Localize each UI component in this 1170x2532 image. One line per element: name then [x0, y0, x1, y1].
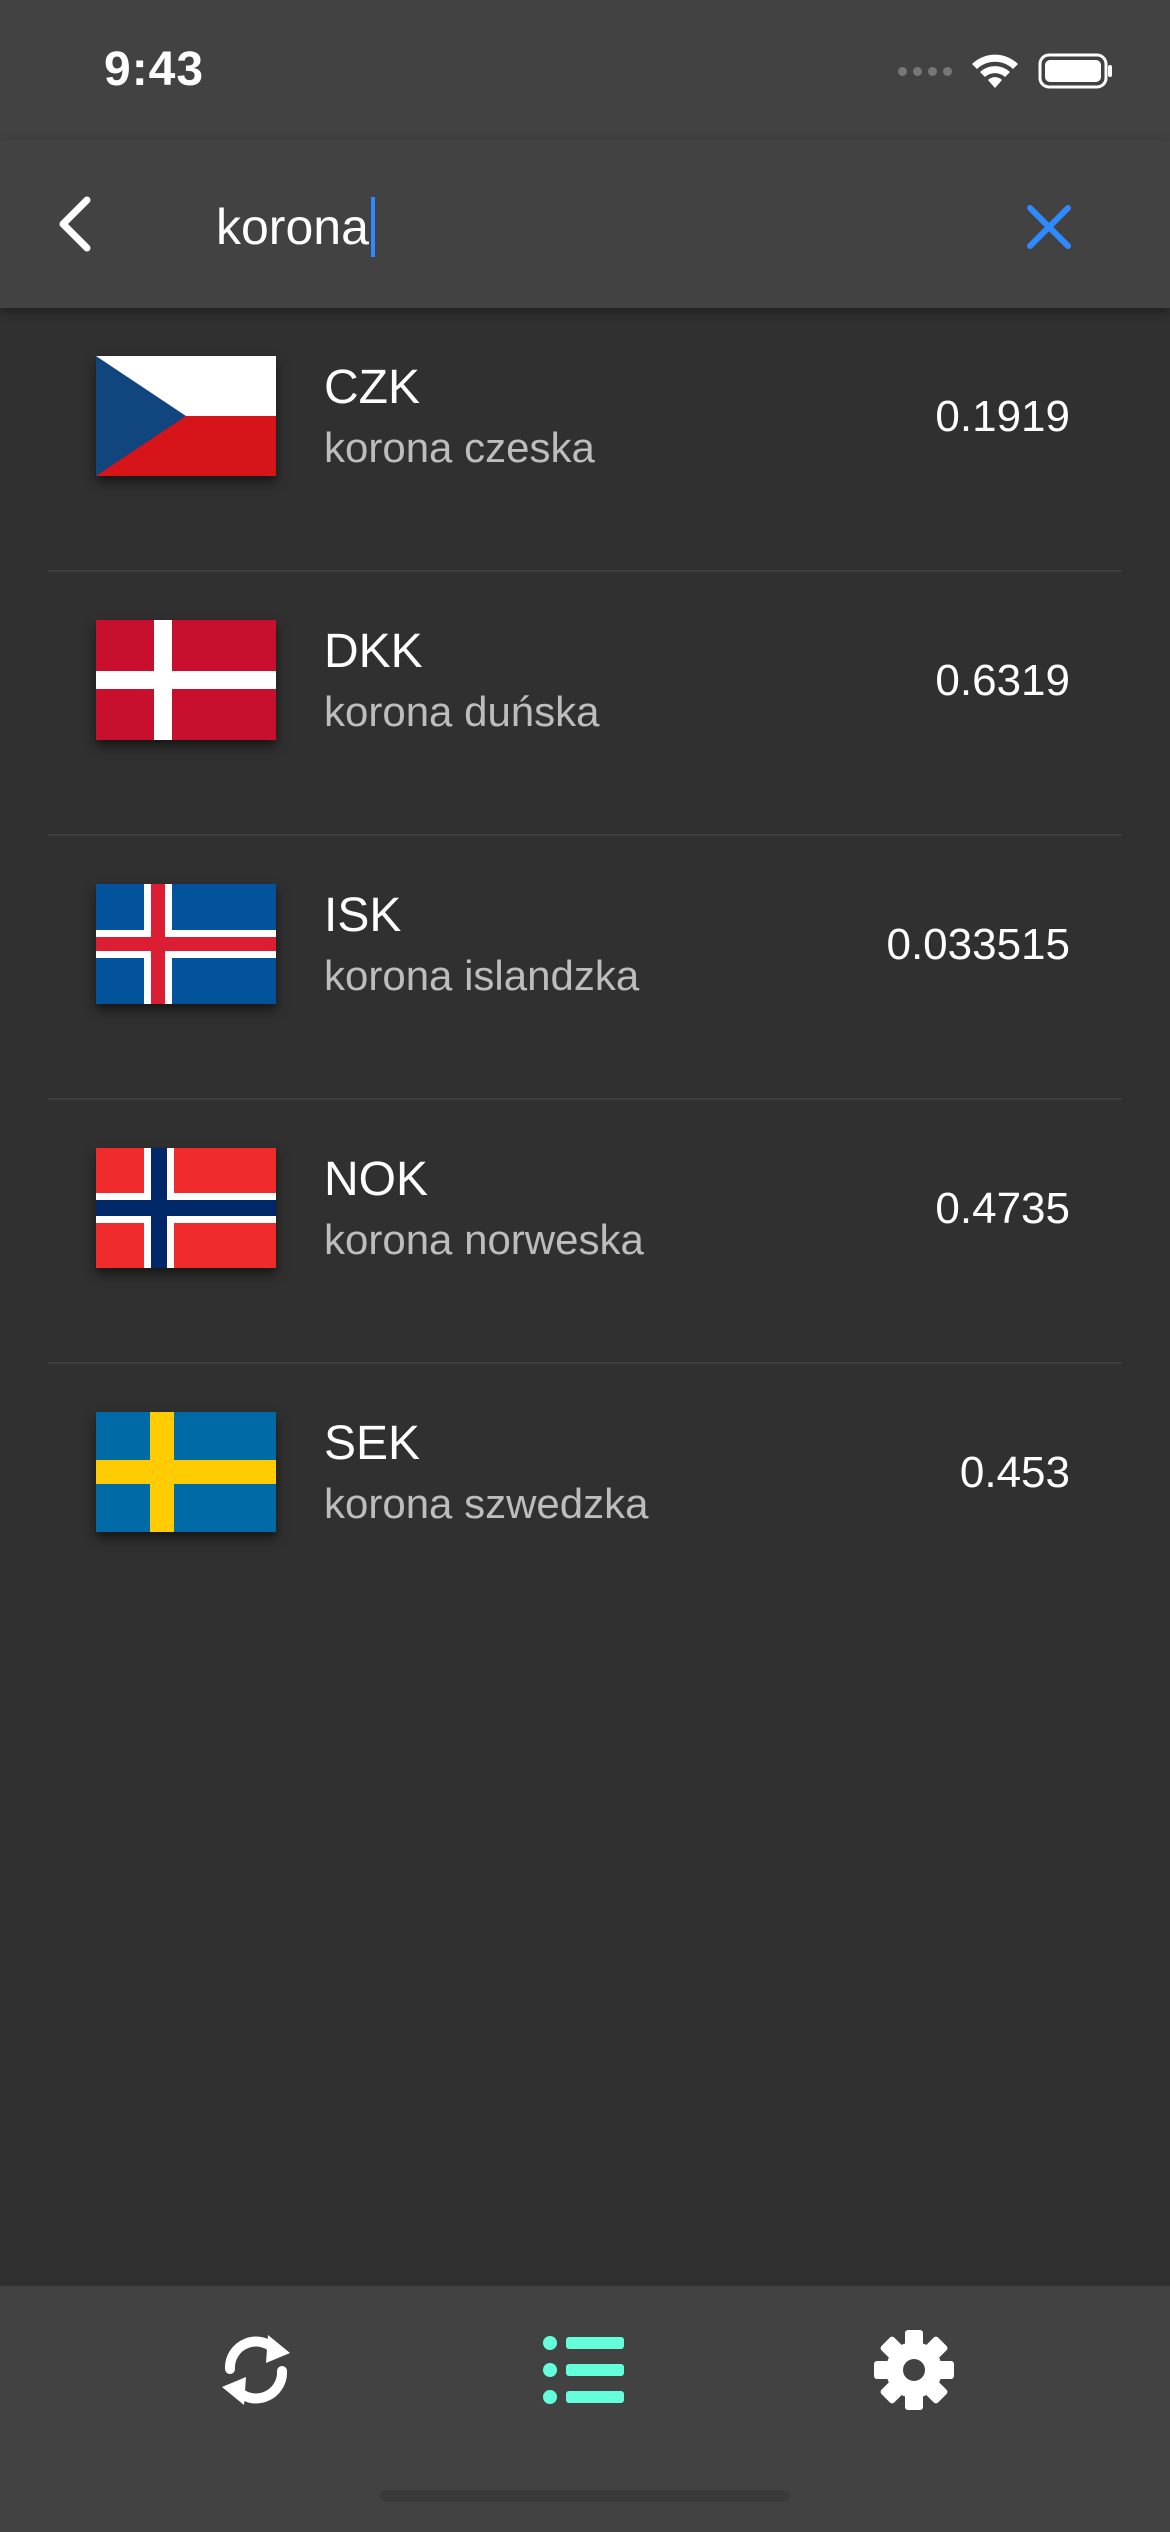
currency-rate: 0.6319 [935, 656, 1070, 705]
screen: 9:43 korona CZK korona czeska 0.1919 DKK… [0, 0, 1170, 2532]
text-caret [370, 197, 375, 257]
status-time: 9:43 [104, 43, 205, 96]
nav-settings[interactable] [864, 2320, 964, 2420]
list-item[interactable]: CZK korona czeska 0.1919 [0, 308, 1170, 572]
signal-icon [898, 66, 952, 76]
currency-name: korona islandzka [324, 952, 640, 999]
currency-rate: 0.4735 [935, 1184, 1070, 1233]
list-item[interactable]: SEK korona szwedzka 0.453 [0, 1364, 1170, 1628]
nav-list[interactable] [534, 2320, 634, 2420]
back-button[interactable] [36, 184, 116, 264]
close-icon [1027, 205, 1071, 249]
currency-rate: 0.453 [959, 1448, 1070, 1497]
list-item[interactable]: ISK korona islandzka 0.033515 [0, 836, 1170, 1100]
currency-name: korona norweska [324, 1216, 644, 1263]
clear-search-button[interactable] [1014, 192, 1084, 262]
list-item[interactable]: NOK korona norweska 0.4735 [0, 1100, 1170, 1364]
flag-denmark-icon [96, 620, 276, 740]
flag-czech-icon [96, 356, 276, 476]
chevron-left-icon [59, 196, 91, 252]
currency-rate: 0.033515 [886, 920, 1070, 969]
currency-code: SEK [324, 1417, 421, 1470]
search-input-value: korona [216, 199, 369, 255]
status-icons [898, 52, 1114, 90]
list-icon [543, 2336, 624, 2404]
flag-iceland-icon [96, 884, 276, 1004]
wifi-icon [972, 54, 1018, 88]
gear-icon [874, 2330, 954, 2410]
flag-norway-icon [96, 1148, 276, 1268]
refresh-icon [222, 2335, 290, 2405]
status-bar: 9:43 [0, 0, 1170, 140]
currency-code: ISK [324, 889, 402, 942]
nav-refresh[interactable] [206, 2320, 306, 2420]
battery-icon [1038, 53, 1112, 89]
currency-rate: 0.1919 [935, 392, 1070, 441]
flag-sweden-icon [96, 1412, 276, 1532]
currency-name: korona duńska [324, 688, 600, 735]
list-item[interactable]: DKK korona duńska 0.6319 [0, 572, 1170, 836]
currency-list: CZK korona czeska 0.1919 DKK korona duńs… [0, 308, 1170, 1628]
currency-code: NOK [324, 1153, 429, 1206]
currency-name: korona szwedzka [324, 1480, 649, 1527]
currency-code: DKK [324, 625, 423, 678]
search-app-bar: korona [0, 140, 1170, 308]
home-indicator [380, 2490, 790, 2502]
search-input[interactable]: korona [216, 192, 375, 262]
currency-name: korona czeska [324, 424, 595, 471]
currency-code: CZK [324, 361, 420, 414]
